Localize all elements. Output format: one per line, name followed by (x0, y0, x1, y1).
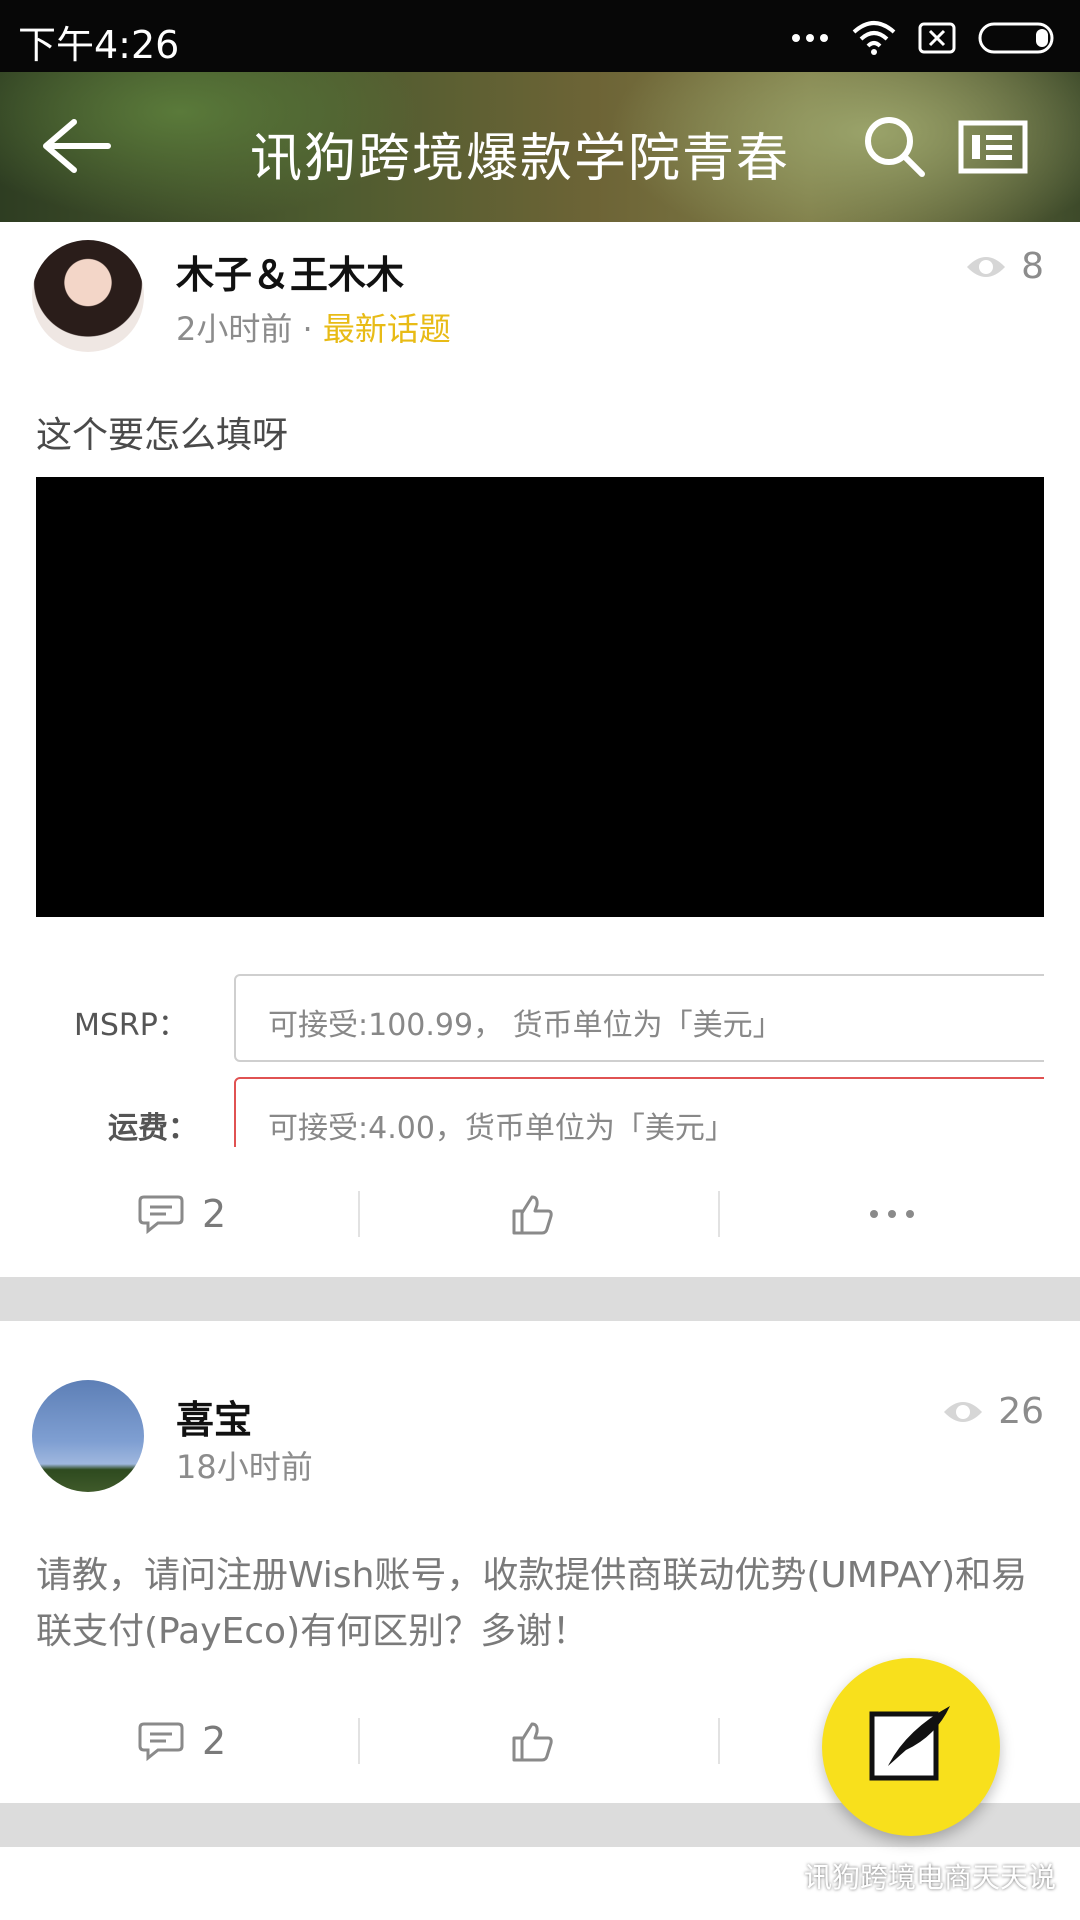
post-image[interactable]: MSRP： 可接受:100.99， 货币单位为「美元」 运费： 可接受:4.00… (36, 477, 1044, 1147)
like-button[interactable] (510, 1696, 554, 1786)
meta-separator: · (302, 310, 313, 348)
wifi-icon (852, 21, 896, 55)
comment-count: 2 (202, 1719, 227, 1763)
action-divider (358, 1191, 360, 1237)
more-dots-icon (792, 34, 828, 42)
image-form-label: 运费： (108, 1111, 198, 1146)
back-arrow-icon[interactable] (40, 118, 112, 174)
watermark-text: 讯狗跨境电商天天说 (804, 1861, 1057, 1894)
author-name[interactable]: 喜宝 (176, 1389, 252, 1444)
post-meta: 18小时前 (176, 1442, 313, 1488)
search-icon[interactable] (862, 114, 926, 178)
post-text: 这个要怎么填呀 (36, 415, 289, 456)
thumbs-up-icon (512, 1722, 553, 1762)
post-card[interactable]: 木子＆王木木 2小时前 · 最新话题 8 这个要怎么填呀 MSRP： 可接受:1… (0, 222, 1080, 1277)
avatar[interactable] (32, 240, 144, 352)
watermark: 讯狗跨境电商天天说 (750, 1856, 1056, 1896)
compose-button[interactable] (822, 1658, 1000, 1836)
status-bar: 下午4:26 (0, 0, 1080, 72)
status-icons (790, 18, 1058, 58)
post-time: 18小时前 (176, 1448, 313, 1486)
image-form-value: 可接受:4.00，货币单位为「美元」 (234, 1077, 1044, 1147)
post-meta: 2小时前 · 最新话题 (176, 304, 451, 350)
action-divider (358, 1718, 360, 1764)
view-count-value: 8 (1021, 246, 1044, 287)
topic-tag[interactable]: 最新话题 (323, 310, 451, 348)
view-count: 26 (942, 1391, 1044, 1432)
comment-count: 2 (202, 1192, 227, 1236)
comment-icon (138, 1195, 184, 1235)
image-form-row: 运费： 可接受:4.00，货币单位为「美元」 (36, 1077, 1044, 1147)
comment-button[interactable]: 2 (138, 1696, 226, 1786)
wechat-icon (750, 1858, 794, 1893)
like-button[interactable] (510, 1169, 554, 1259)
more-icon (870, 1210, 914, 1218)
image-form-value: 可接受:100.99， 货币单位为「美元」 (234, 974, 1044, 1062)
image-form-row: MSRP： 可接受:100.99， 货币单位为「美元」 (36, 974, 1044, 1064)
eye-icon (967, 256, 1006, 277)
post-separator (0, 1277, 1080, 1321)
eye-icon (944, 1401, 983, 1422)
post-time: 2小时前 (176, 310, 293, 348)
post-text: 请教，请问注册Wish账号，收款提供商联动优势(UMPAY)和易联支付(PayE… (36, 1555, 1028, 1652)
thumbs-up-icon (512, 1195, 553, 1235)
action-divider (718, 1718, 720, 1764)
no-sim-icon (918, 22, 956, 54)
battery-icon (978, 22, 1054, 54)
view-count: 8 (965, 246, 1044, 287)
comment-icon (138, 1722, 184, 1762)
info-card-icon[interactable] (958, 120, 1028, 174)
image-dark-area (36, 477, 1044, 917)
view-count-value: 26 (998, 1391, 1044, 1432)
status-time: 下午4:26 (18, 23, 180, 67)
image-form-label: MSRP： (74, 1008, 188, 1043)
avatar[interactable] (32, 1380, 144, 1492)
author-name[interactable]: 木子＆王木木 (176, 244, 404, 299)
compose-quill-icon (869, 1706, 950, 1781)
comment-button[interactable]: 2 (138, 1169, 226, 1259)
post-actions: 2 (0, 1169, 1080, 1259)
page-title: 讯狗跨境爆款学院青春 (250, 129, 791, 189)
app-header: 讯狗跨境爆款学院青春 (0, 72, 1080, 222)
more-button[interactable] (868, 1169, 916, 1259)
action-divider (718, 1191, 720, 1237)
